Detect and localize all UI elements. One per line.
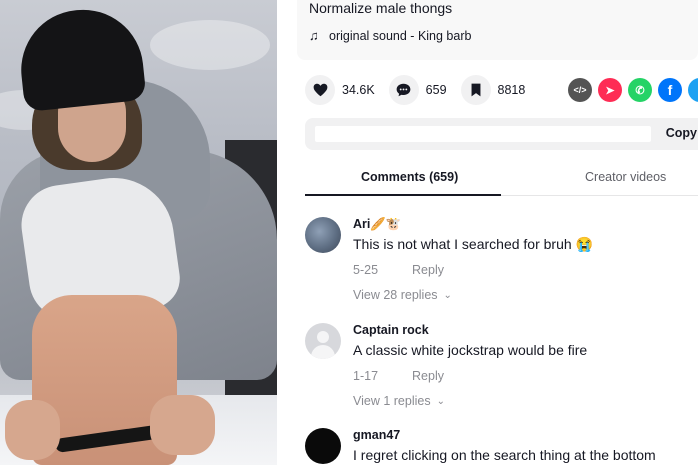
avatar[interactable] — [305, 323, 341, 359]
heart-icon — [305, 75, 335, 105]
active-tab-indicator — [305, 194, 501, 196]
tab-creator-videos[interactable]: Creator videos — [585, 170, 666, 184]
comment-text: This is not what I searched for bruh 😭 — [353, 236, 593, 252]
like-count: 34.6K — [342, 83, 375, 97]
view-replies-label: View 28 replies — [353, 288, 438, 302]
left-hand — [5, 400, 60, 460]
cloud — [150, 20, 270, 70]
chevron-down-icon: ⌄ — [443, 289, 452, 301]
sound-link[interactable]: ♫ original sound - King barb — [309, 28, 471, 43]
music-note-icon: ♫ — [309, 28, 319, 43]
beanie — [15, 3, 147, 113]
bookmark-icon — [460, 75, 491, 105]
details-panel: Normalize male thongs ♫ original sound -… — [277, 0, 698, 465]
comment-count: 659 — [425, 83, 447, 97]
comment-username[interactable]: gman47 — [353, 428, 400, 442]
default-avatar-head — [317, 331, 329, 343]
right-hand — [150, 395, 215, 455]
tab-comments[interactable]: Comments (659) — [361, 170, 458, 184]
comment-meta: 5-25 Reply — [353, 263, 444, 277]
whatsapp-icon[interactable]: ✆ — [628, 78, 652, 102]
comment-username[interactable]: Captain rock — [353, 323, 429, 337]
view-replies-button[interactable]: View 1 replies ⌄ — [353, 394, 445, 408]
default-avatar-body — [311, 345, 335, 359]
action-bar: 34.6K 659 8818 — [305, 75, 539, 105]
save-count: 8818 — [497, 83, 526, 97]
save-button[interactable]: 8818 — [460, 75, 526, 105]
send-to-friends-icon[interactable]: ➤ — [598, 78, 622, 102]
comment-username[interactable]: Ari🥖🐮 — [353, 217, 402, 232]
copy-link-button[interactable]: Copy — [666, 126, 697, 140]
view-replies-button[interactable]: View 28 replies ⌄ — [353, 288, 452, 302]
video-caption: Normalize male thongs — [309, 0, 453, 16]
comment-meta: 1-17 Reply — [353, 369, 444, 383]
copy-link-bar: Copy — [305, 118, 698, 150]
tab-bar: Comments (659) Creator videos — [305, 158, 698, 196]
comment-date: 5-25 — [353, 263, 379, 277]
comment-bubble-icon — [388, 75, 419, 105]
avatar[interactable] — [305, 428, 341, 464]
video-player[interactable] — [0, 0, 277, 465]
share-buttons: </> ➤ ✆ f t — [568, 78, 698, 102]
embed-icon[interactable]: </> — [568, 78, 592, 102]
comment-text: I regret clicking on the search thing at… — [353, 447, 656, 463]
comment-button[interactable]: 659 — [388, 75, 447, 105]
like-button[interactable]: 34.6K — [305, 75, 375, 105]
comment-text: A classic white jockstrap would be fire — [353, 342, 588, 358]
reply-button[interactable]: Reply — [412, 263, 444, 277]
view-replies-label: View 1 replies — [353, 394, 431, 408]
sound-name: original sound - King barb — [329, 28, 472, 43]
avatar[interactable] — [305, 217, 341, 253]
chevron-down-icon: ⌄ — [436, 395, 445, 407]
reply-button[interactable]: Reply — [412, 369, 444, 383]
comment-date: 1-17 — [353, 369, 379, 383]
twitter-icon[interactable]: t — [688, 78, 698, 102]
link-url-field[interactable] — [315, 126, 651, 142]
facebook-icon[interactable]: f — [658, 78, 682, 102]
